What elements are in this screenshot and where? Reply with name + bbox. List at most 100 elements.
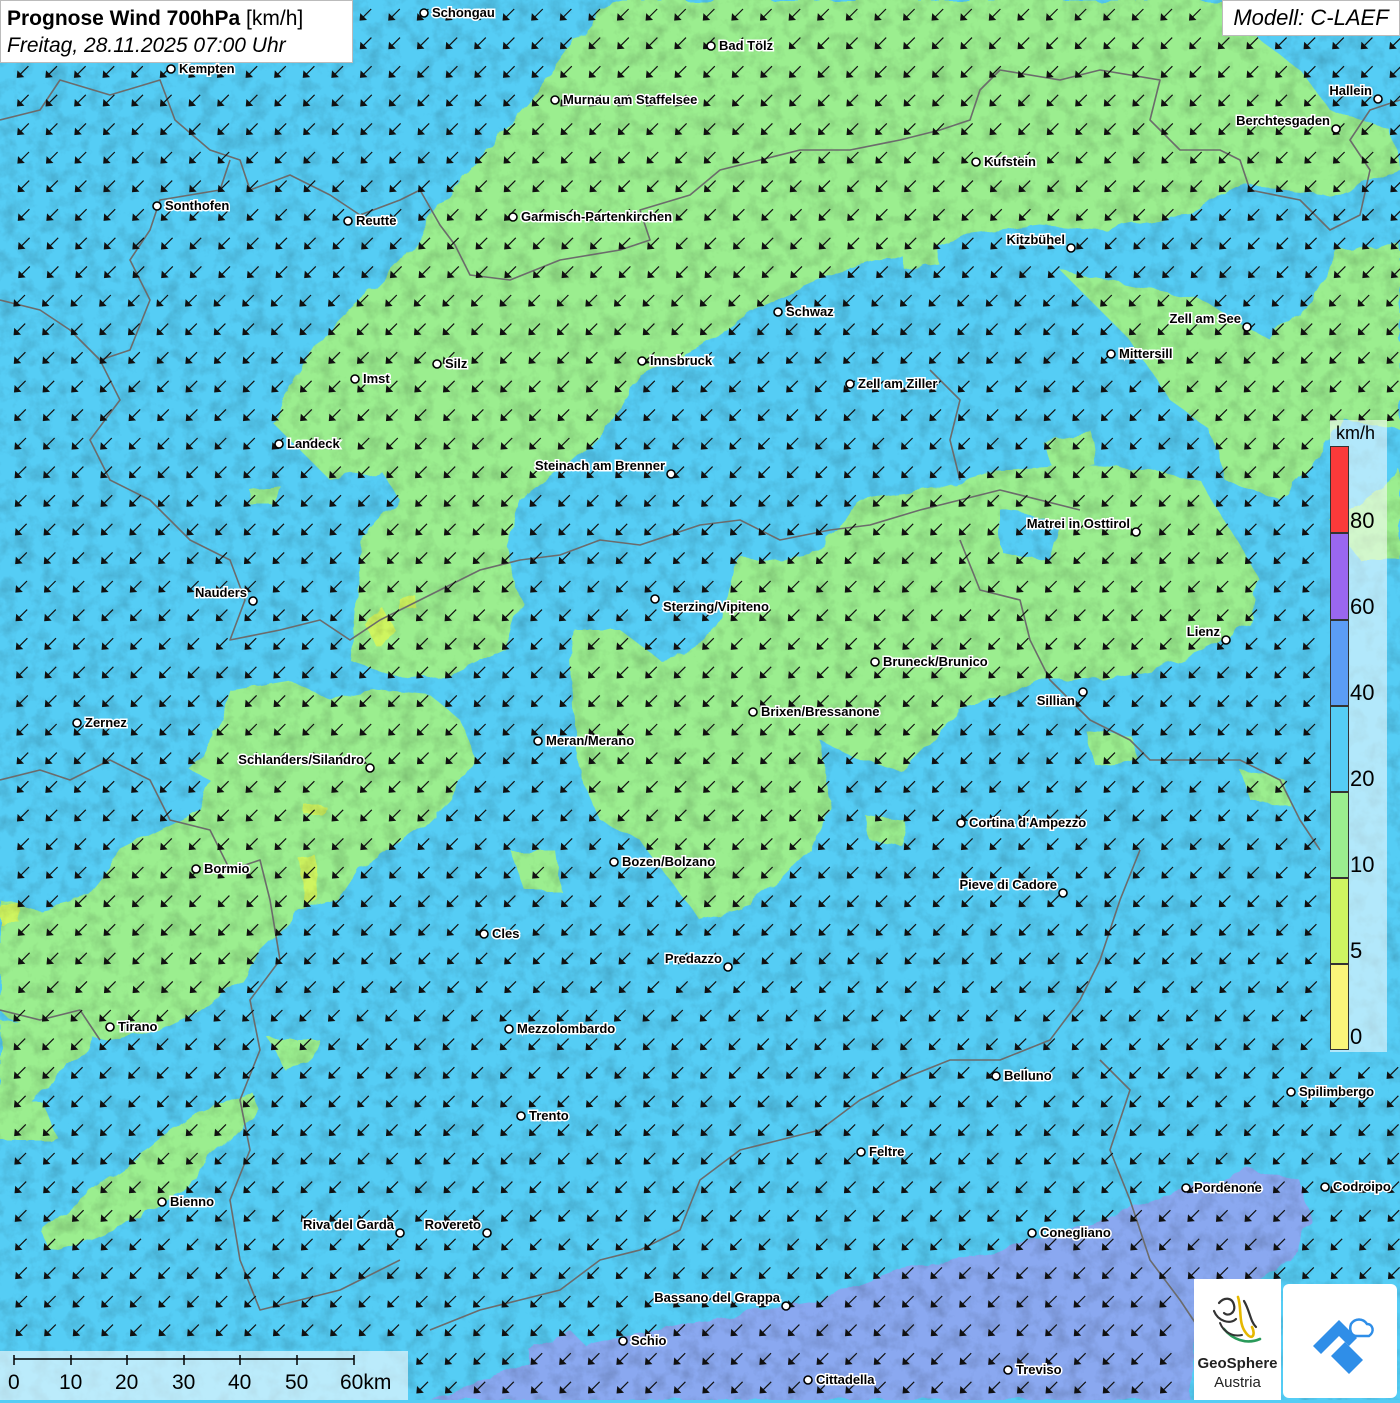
map-title: Prognose Wind 700hPa [km/h] bbox=[7, 7, 304, 30]
city-dot bbox=[666, 469, 676, 479]
city-dot bbox=[1131, 527, 1141, 537]
city-dot bbox=[1221, 635, 1231, 645]
city-label: Garmisch-Partenkirchen bbox=[521, 209, 672, 224]
scale-label-20: 20 bbox=[115, 1371, 139, 1394]
scale-label-50: 50 bbox=[285, 1371, 309, 1394]
legend-swatch-10-20 bbox=[1330, 792, 1349, 878]
city-dot bbox=[609, 857, 619, 867]
legend-label-40: 40 bbox=[1350, 680, 1375, 705]
city-label: Bienno bbox=[170, 1194, 214, 1209]
city-label: Bad Tölz bbox=[719, 38, 774, 53]
city-marker: Pordenone bbox=[1181, 1179, 1263, 1197]
color-legend: km/h 80 60 40 20 10 5 0 bbox=[1330, 420, 1387, 1052]
city-label: Predazzo bbox=[665, 951, 722, 966]
city-dot bbox=[1106, 349, 1116, 359]
legend-label-60: 60 bbox=[1350, 594, 1375, 619]
city-dot bbox=[533, 736, 543, 746]
scale-label-60km: 60km bbox=[340, 1371, 392, 1394]
city-label: Zell am See bbox=[1169, 311, 1241, 326]
legend-label-0: 0 bbox=[1350, 1024, 1363, 1049]
city-marker: Brixen/Bressanone bbox=[748, 703, 881, 721]
city-label: Cles bbox=[492, 926, 519, 941]
scale-label-30: 30 bbox=[172, 1371, 196, 1394]
city-dot bbox=[166, 64, 176, 74]
city-dot bbox=[1331, 124, 1341, 134]
city-marker: Garmisch-Partenkirchen bbox=[508, 208, 674, 226]
city-dot bbox=[706, 41, 716, 51]
city-label: Sonthofen bbox=[165, 198, 229, 213]
city-dot bbox=[152, 201, 162, 211]
city-label: Zell am Ziller bbox=[858, 376, 937, 391]
city-dot bbox=[274, 439, 284, 449]
legend-swatch-20-40 bbox=[1330, 706, 1349, 792]
city-label: Nauders bbox=[195, 585, 247, 600]
city-marker: Sonthofen bbox=[152, 197, 231, 215]
city-dot bbox=[508, 212, 518, 222]
city-label: Codroipo bbox=[1333, 1179, 1391, 1194]
city-dot bbox=[350, 374, 360, 384]
city-label: Sillian bbox=[1037, 693, 1075, 708]
city-label: Kitzbühel bbox=[1007, 232, 1066, 247]
city-label: Riva del Garda bbox=[303, 1217, 395, 1232]
legend-swatch-5-10 bbox=[1330, 878, 1349, 964]
scale-label-0: 0 bbox=[8, 1371, 20, 1394]
city-dot bbox=[748, 707, 758, 717]
city-label: Bormio bbox=[204, 861, 250, 876]
city-label: Meran/Merano bbox=[546, 733, 634, 748]
city-dot bbox=[482, 1228, 492, 1238]
city-label: Matrei in Osttirol bbox=[1027, 516, 1130, 531]
city-dot bbox=[1181, 1183, 1191, 1193]
city-label: Schongau bbox=[432, 5, 495, 20]
city-label: Hallein bbox=[1329, 83, 1372, 98]
city-dot bbox=[1242, 322, 1252, 332]
geosphere-logo[interactable]: GeoSphere Austria bbox=[1194, 1279, 1281, 1400]
model-label: Modell: C-LAEF bbox=[1222, 0, 1400, 36]
app-logo-icon bbox=[1313, 1318, 1374, 1374]
city-dot bbox=[1058, 888, 1068, 898]
city-label: Schwaz bbox=[786, 304, 834, 319]
city-label: Cortina d'Ampezzo bbox=[969, 815, 1086, 830]
city-dot bbox=[781, 1301, 791, 1311]
city-dot bbox=[723, 962, 733, 972]
city-label: Innsbruck bbox=[650, 353, 713, 368]
city-label: Bassano del Grappa bbox=[654, 1290, 780, 1305]
app-logo[interactable] bbox=[1283, 1284, 1397, 1398]
legend-swatch-40-60 bbox=[1330, 620, 1349, 706]
city-label: Mittersill bbox=[1119, 346, 1172, 361]
scale-bar: 0 10 20 30 40 50 60km bbox=[0, 1351, 408, 1400]
city-dot bbox=[550, 95, 560, 105]
city-dot bbox=[1027, 1228, 1037, 1238]
geosphere-logo-icon bbox=[1212, 1295, 1262, 1343]
city-marker: Conegliano bbox=[1027, 1224, 1112, 1242]
legend-swatch-60-80 bbox=[1330, 533, 1349, 620]
city-marker: Spilimbergo bbox=[1286, 1083, 1376, 1101]
city-label: Bozen/Bolzano bbox=[622, 854, 715, 869]
city-dot bbox=[1078, 687, 1088, 697]
scale-bar-ticks bbox=[13, 1355, 355, 1365]
city-marker: Murnau am Staffelsee bbox=[550, 91, 699, 109]
city-dot bbox=[1066, 243, 1076, 253]
geosphere-logo-subtext: Austria bbox=[1214, 1374, 1261, 1391]
city-dot bbox=[191, 864, 201, 874]
city-label: Kempten bbox=[179, 61, 235, 76]
city-label: Silz bbox=[445, 356, 468, 371]
geosphere-logo-text: GeoSphere bbox=[1197, 1355, 1278, 1372]
city-dot bbox=[157, 1197, 167, 1207]
city-label: Feltre bbox=[869, 1144, 904, 1159]
city-dot bbox=[504, 1024, 514, 1034]
city-marker: Bruneck/Brunico bbox=[870, 653, 989, 671]
city-label: Zernez bbox=[85, 715, 127, 730]
city-label: Rovereto bbox=[425, 1217, 481, 1232]
city-label: Cittadella bbox=[816, 1372, 875, 1387]
city-dot bbox=[365, 763, 375, 773]
city-marker: Innsbruck bbox=[637, 352, 714, 370]
city-dot bbox=[971, 157, 981, 167]
city-label: Reutte bbox=[356, 213, 396, 228]
city-label: Schlanders/Silandro bbox=[238, 752, 364, 767]
scale-label-40: 40 bbox=[228, 1371, 252, 1394]
city-dot bbox=[650, 594, 660, 604]
city-dot bbox=[1003, 1365, 1013, 1375]
city-dot bbox=[395, 1228, 405, 1238]
city-dot bbox=[991, 1071, 1001, 1081]
city-label: Treviso bbox=[1016, 1362, 1062, 1377]
